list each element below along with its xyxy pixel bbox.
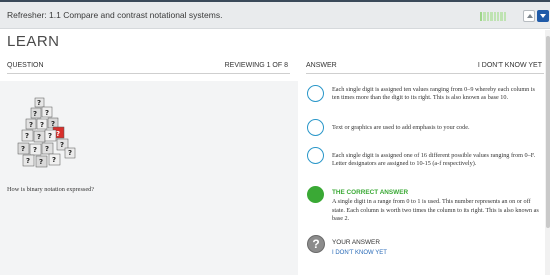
radio-button[interactable] [307, 85, 324, 102]
svg-text:?: ? [51, 120, 55, 128]
question-header: QUESTION REVIEWING 1 OF 8 [7, 60, 290, 74]
next-arrow-icon[interactable] [537, 10, 549, 22]
progress-segment [496, 12, 500, 21]
svg-text:?: ? [60, 141, 64, 149]
choice-text: Each single digit is assigned ten values… [332, 86, 535, 102]
refresher-title: Refresher: 1.1 Compare and contrast nota… [7, 10, 223, 20]
svg-text:?: ? [25, 132, 29, 140]
svg-text:?: ? [40, 121, 44, 129]
correct-answer-block: THE CORRECT ANSWER A single digit in a r… [332, 189, 542, 223]
page-title: LEARN [7, 33, 60, 50]
answer-header: ANSWER I DON'T KNOW YET [306, 60, 544, 74]
svg-text:?: ? [33, 146, 37, 154]
svg-text:?: ? [48, 132, 52, 140]
svg-text:?: ? [37, 133, 41, 141]
progress-segment [503, 12, 507, 21]
svg-text:?: ? [29, 121, 33, 129]
scrollbar-thumb[interactable] [545, 36, 550, 228]
dont-know-button[interactable]: I DON'T KNOW YET [478, 62, 542, 69]
svg-text:?: ? [45, 145, 49, 153]
svg-text:?: ? [52, 156, 56, 164]
progress-segment [480, 12, 483, 21]
your-answer-value: I DON'T KNOW YET [332, 250, 387, 257]
svg-text:?: ? [39, 158, 43, 166]
top-bar: Refresher: 1.1 Compare and contrast nota… [0, 0, 550, 29]
question-label: QUESTION [7, 62, 44, 69]
answer-label: ANSWER [306, 62, 337, 69]
progress-segment [490, 12, 493, 21]
progress-segment [500, 12, 503, 21]
reviewing-counter: REVIEWING 1 OF 8 [224, 62, 288, 69]
correct-answer-label: THE CORRECT ANSWER [332, 189, 409, 196]
progress-segment [486, 12, 490, 21]
correct-answer-text: A single digit in a range from 0 to 1 is… [332, 198, 539, 222]
choice-text: Text or graphics are used to add emphasi… [332, 124, 470, 131]
svg-text:?: ? [33, 110, 37, 118]
svg-text:?: ? [45, 109, 49, 117]
progress-segment [483, 12, 486, 21]
radio-button[interactable] [307, 147, 324, 164]
svg-text:?: ? [21, 145, 25, 153]
svg-text:?: ? [56, 130, 60, 138]
question-mark-icon: ? [307, 235, 325, 253]
your-answer-block: YOUR ANSWER I DON'T KNOW YET [332, 239, 542, 258]
correct-answer-icon [307, 186, 324, 203]
previous-arrow-icon[interactable] [523, 10, 535, 22]
progress-bar [480, 12, 507, 21]
progress-segment [493, 12, 496, 21]
svg-text:?: ? [37, 99, 41, 107]
svg-text:?: ? [26, 157, 30, 165]
svg-text:?: ? [68, 149, 72, 157]
choice-text: Each single digit is assigned one of 16 … [332, 152, 536, 168]
question-text: How is binary notation expressed? [7, 186, 95, 193]
dice-question-icon: ? ? ? ? ? ? ? ? ? ? ? ? ? ? ? ? ? ? [17, 97, 76, 168]
your-answer-label: YOUR ANSWER [332, 239, 380, 246]
radio-button[interactable] [307, 119, 324, 136]
